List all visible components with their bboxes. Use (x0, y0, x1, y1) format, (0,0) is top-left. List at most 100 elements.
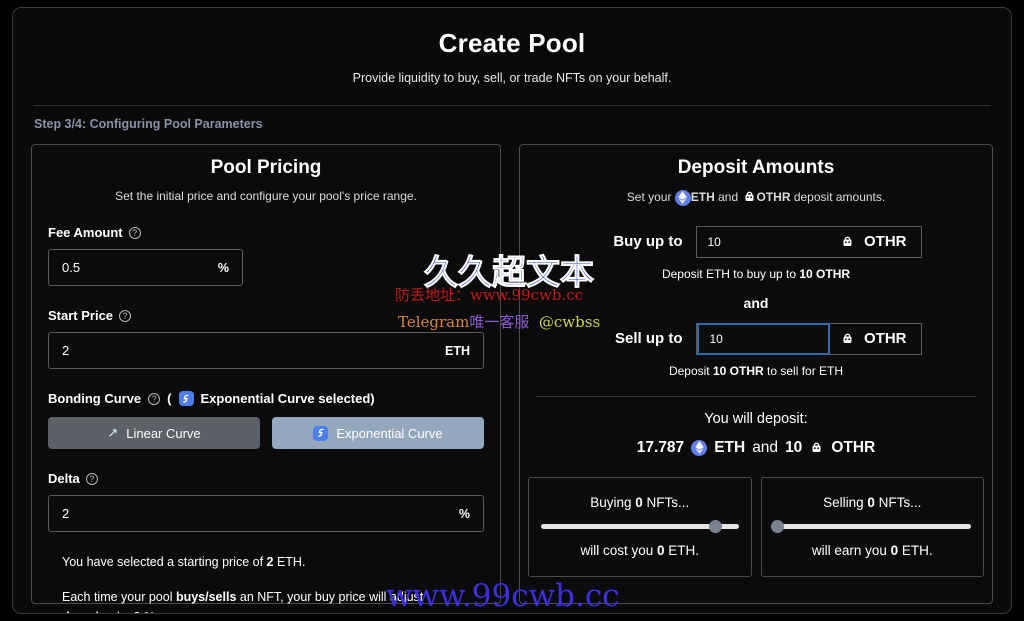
delta-value: 2 (62, 506, 70, 521)
buy-up-to-unit-label: OTHR (864, 233, 907, 250)
exponential-curve-icon (313, 425, 329, 441)
note-2g: %. (140, 610, 159, 613)
deposit-amounts-title: Deposit Amounts (677, 157, 835, 178)
delta-input[interactable]: 2 % (48, 495, 484, 532)
othr-icon (742, 189, 757, 204)
buy-up-to-input[interactable]: 10 (697, 227, 831, 257)
bonding-selected-note: Exponential Curve selected) (200, 391, 375, 406)
delta-unit: % (458, 506, 470, 521)
selling-nfts-footer: will earn you 0 ETH. (812, 543, 933, 558)
othr-icon (809, 440, 824, 455)
help-icon[interactable]: ? (119, 309, 132, 322)
sell-hint-a: Deposit (668, 363, 713, 378)
sell-up-to-field[interactable]: 10 OTHR (695, 322, 922, 355)
selling-nfts-slider[interactable] (771, 520, 972, 533)
exponential-curve-button[interactable]: Exponential Curve (272, 417, 484, 449)
deposit-sub-a: Set your (626, 190, 675, 204)
linear-curve-button[interactable]: ↗ Linear Curve (48, 417, 260, 449)
buy-up-to-unit: OTHR (830, 233, 921, 250)
deposit-eth-symbol: ETH (714, 438, 746, 456)
fee-amount-input[interactable]: 0.5 % (48, 249, 243, 286)
deposit-othr-symbol: OTHR (831, 438, 876, 456)
note-2c: an NFT, your buy price will adjust (236, 590, 424, 604)
delta-label: Delta (48, 471, 80, 486)
page-subtitle: Provide liquidity to buy, sell, or trade… (352, 71, 672, 85)
buying-nfts-slider[interactable] (540, 520, 739, 533)
pool-pricing-subtitle: Set the initial price and configure your… (115, 189, 417, 203)
pricing-notes: You have selected a starting price of 2 … (48, 552, 484, 613)
buying-title-b: 0 (635, 495, 643, 510)
deposit-summary-values: 17.787 ETH and 10 OTHR (520, 439, 992, 457)
step-indicator: Step 3/4: Configuring Pool Parameters (34, 117, 263, 131)
deposit-divider (536, 395, 976, 397)
buying-footer-a: will cost you (580, 543, 657, 558)
deposit-eth-amount: 17.787 (636, 438, 685, 456)
pool-pricing-title: Pool Pricing (210, 157, 322, 178)
buy-up-to-field[interactable]: 10 OTHR (695, 225, 922, 258)
fee-amount-unit: % (217, 260, 229, 275)
create-pool-card: Create Pool Provide liquidity to buy, se… (12, 7, 1012, 614)
note-2a: Each time your pool (62, 590, 176, 604)
start-price-label-row: Start Price ? (48, 308, 484, 323)
deposit-summary-and: and (752, 438, 779, 456)
start-price-input[interactable]: 2 ETH (48, 332, 484, 369)
bonding-curve-label-row: Bonding Curve ? ( Exponential Curve sele… (48, 391, 484, 406)
deposit-amounts-subtitle: Set your ETH and OTHR deposit amounts. (520, 189, 992, 206)
selling-footer-a: will earn you (811, 543, 891, 558)
start-price-label: Start Price (48, 308, 114, 323)
exponential-curve-label: Exponential Curve (336, 425, 443, 441)
sell-up-to-unit-label: OTHR (864, 330, 907, 347)
curve-type-buttons: ↗ Linear Curve Exponential Curve (48, 417, 484, 449)
help-icon[interactable]: ? (128, 226, 141, 239)
deposit-summary-title: You will deposit: (704, 410, 808, 427)
price-adjust-note: Each time your pool buys/sells an NFT, y… (62, 587, 470, 613)
start-price-unit: ETH (445, 343, 470, 358)
note-2e: by (113, 610, 133, 613)
delta-label-row: Delta ? (48, 471, 484, 486)
buying-title-c: NFTs... (642, 495, 690, 510)
page-title: Create Pool (438, 28, 586, 58)
buying-title-a: Buying (590, 495, 636, 510)
buy-hint-b: 10 OTHR (799, 266, 851, 281)
help-icon[interactable]: ? (85, 472, 98, 485)
buying-nfts-footer: will cost you 0 ETH. (580, 543, 699, 558)
bonding-paren-open: ( (167, 391, 172, 406)
sell-up-to-row: Sell up to 10 OTHR (520, 322, 992, 355)
starting-price-note: You have selected a starting price of 2 … (62, 552, 470, 572)
fee-amount-label-row: Fee Amount ? (48, 225, 484, 240)
arrow-up-right-icon: ↗ (107, 425, 119, 440)
app-root: Create Pool Provide liquidity to buy, se… (0, 0, 1024, 621)
othr-icon (840, 331, 855, 346)
sell-hint-c: to sell for ETH (763, 363, 844, 378)
eth-icon (691, 439, 708, 456)
deposit-sub-and: and (714, 190, 742, 204)
buying-footer-c: ETH. (664, 543, 700, 558)
selling-footer-c: ETH. (898, 543, 933, 558)
othr-icon (840, 234, 855, 249)
selling-title-a: Selling (823, 495, 868, 510)
and-separator: and (743, 294, 769, 311)
linear-curve-label: Linear Curve (126, 425, 201, 441)
note-2b: buys/sells (175, 590, 237, 604)
exponential-curve-icon (178, 391, 194, 406)
deposit-sub-b: deposit amounts. (790, 190, 886, 204)
sell-up-to-hint: Deposit 10 OTHR to sell for ETH (520, 364, 992, 378)
buying-slider-thumb[interactable] (708, 520, 722, 533)
fee-amount-label: Fee Amount (48, 225, 123, 240)
selling-title-c: NFTs... (874, 495, 922, 510)
buy-hint-a: Deposit ETH to buy up to (661, 266, 800, 281)
selling-title-b: 0 (867, 495, 875, 510)
selling-footer-b: 0 (890, 543, 899, 558)
sell-up-to-input[interactable]: 10 (696, 322, 830, 355)
pool-pricing-panel: Pool Pricing Set the initial price and c… (31, 144, 501, 613)
buying-footer-b: 0 (657, 543, 665, 558)
buying-nfts-title: Buying 0 NFTs... (590, 495, 689, 510)
sell-up-to-label: Sell up to (615, 330, 683, 347)
selling-nfts-title: Selling 0 NFTs... (823, 495, 921, 510)
help-icon[interactable]: ? (148, 392, 161, 405)
deposit-sub-othr: OTHR (756, 190, 791, 204)
panels-container: Pool Pricing Set the initial price and c… (31, 144, 993, 613)
buying-nfts-card: Buying 0 NFTs... will cost you 0 ETH. (528, 476, 752, 577)
selling-slider-thumb[interactable] (771, 520, 785, 533)
note-1c: ETH. (273, 555, 306, 569)
